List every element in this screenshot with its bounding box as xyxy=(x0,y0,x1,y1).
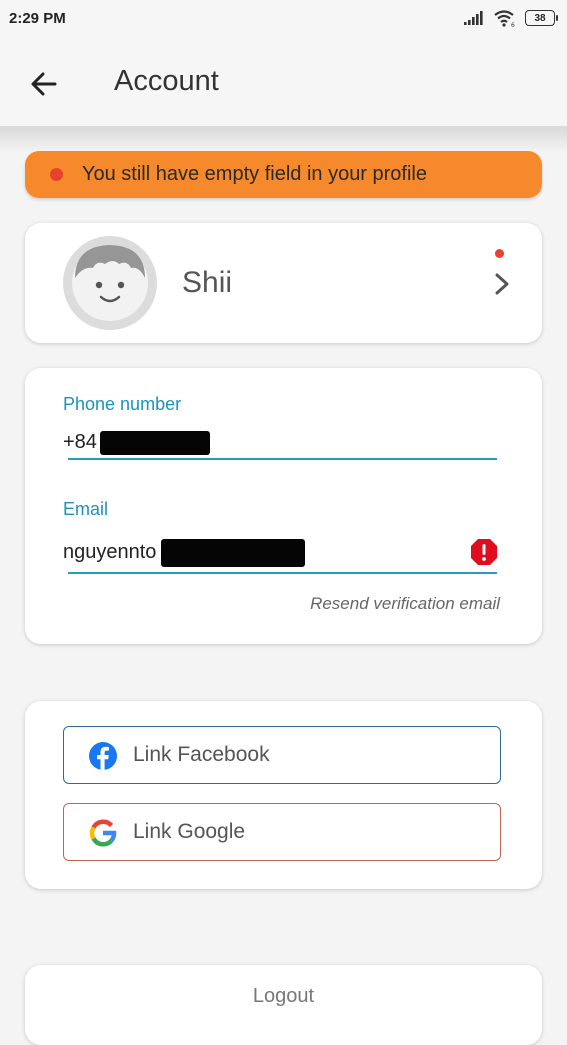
avatar-face-icon xyxy=(72,245,148,321)
phone-value: +84 xyxy=(63,431,97,453)
notification-dot xyxy=(495,249,504,258)
link-google-button[interactable]: Link Google xyxy=(63,803,501,861)
phone-underline xyxy=(68,458,497,460)
google-icon xyxy=(89,819,117,847)
app-bar-shadow xyxy=(0,126,567,152)
phone-label: Phone number xyxy=(63,394,182,414)
email-label: Email xyxy=(63,499,109,519)
email-value: nguyennto xyxy=(63,541,157,563)
contact-card: Phone number +84 Email nguyennto Resend … xyxy=(25,368,542,644)
battery-level: 38 xyxy=(534,12,546,24)
status-icons: 6 38 xyxy=(463,8,558,28)
resend-verification-link[interactable]: Resend verification email xyxy=(310,594,500,614)
battery-icon: 38 xyxy=(525,10,558,26)
signal-icon xyxy=(464,11,483,25)
alert-dot xyxy=(50,168,63,181)
svg-text:6: 6 xyxy=(511,22,515,27)
redacted-phone-mask xyxy=(100,431,210,455)
link-facebook-label: Link Facebook xyxy=(133,743,270,766)
warning-icon[interactable] xyxy=(469,537,499,567)
link-facebook-button[interactable]: Link Facebook xyxy=(63,726,501,784)
arrow-left-icon xyxy=(31,72,57,96)
status-bar: 2:29 PM 6 38 xyxy=(0,0,567,40)
facebook-icon xyxy=(89,742,117,770)
status-time: 2:29 PM xyxy=(9,10,66,27)
logout-button[interactable]: Logout xyxy=(25,965,542,1045)
profile-card[interactable]: Shii xyxy=(25,223,542,343)
app-bar: Account xyxy=(0,40,567,126)
profile-incomplete-alert: You still have empty field in your profi… xyxy=(25,151,542,198)
link-google-label: Link Google xyxy=(133,820,246,843)
email-underline xyxy=(68,572,497,574)
wifi-icon: 6 xyxy=(494,10,515,27)
logout-label: Logout xyxy=(252,985,315,1007)
back-button[interactable] xyxy=(24,64,64,104)
chevron-right-icon xyxy=(495,273,509,295)
avatar xyxy=(63,236,157,330)
page-title: Account xyxy=(114,65,219,97)
social-link-card: Link Facebook Link Google xyxy=(25,701,542,889)
profile-name: Shii xyxy=(182,266,233,299)
alert-message: You still have empty field in your profi… xyxy=(82,163,427,185)
redacted-email-mask xyxy=(161,539,305,567)
